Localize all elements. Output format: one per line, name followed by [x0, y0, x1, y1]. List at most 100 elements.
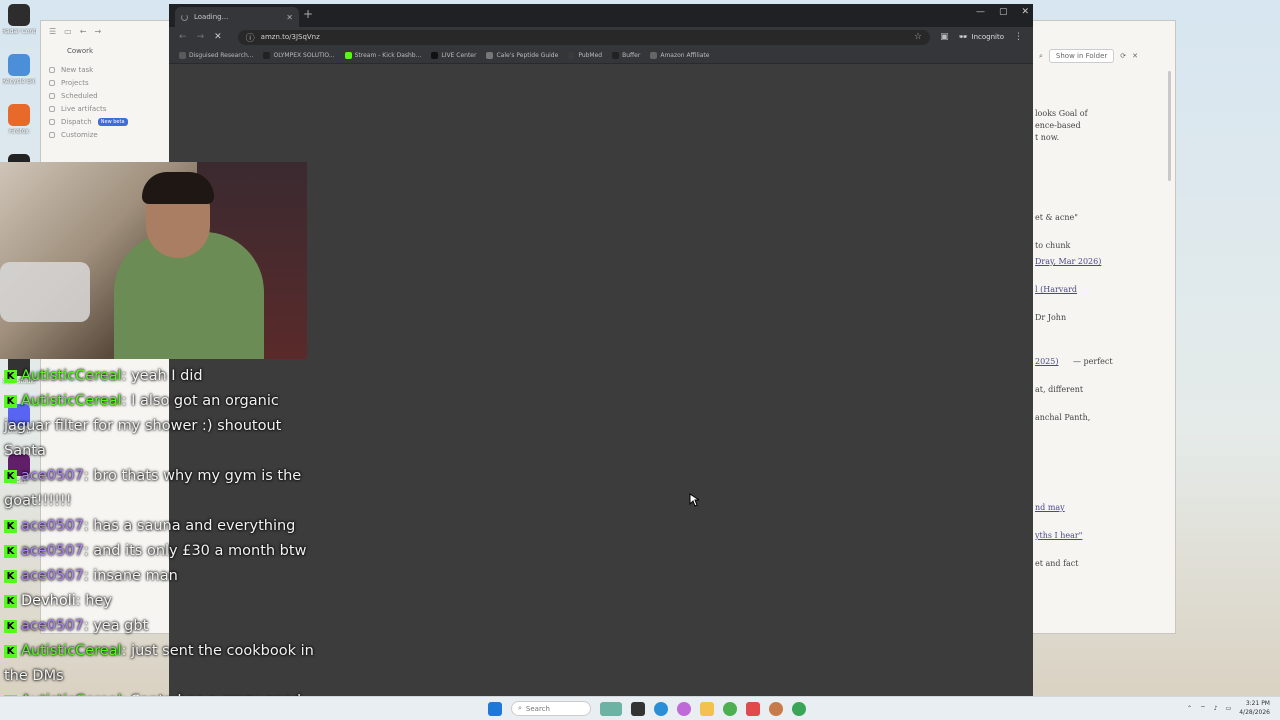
browser-tab[interactable]: Loading... ✕ [175, 7, 299, 27]
document-text: looks Goal of [1035, 109, 1088, 118]
chat-message: Kace0507: yea gbt [4, 614, 324, 639]
bookmark-item[interactable]: PubMed [568, 51, 603, 59]
browser-menu-icon[interactable]: ⋮ [1014, 32, 1023, 42]
sidebar-item-label: Dispatch [61, 117, 92, 126]
taskbar-app-red[interactable] [746, 701, 760, 716]
document-text: Dr John [1035, 313, 1067, 322]
sidebar-item-label: Scheduled [61, 91, 98, 100]
taskbar-app-cowork[interactable] [769, 701, 783, 716]
bookmark-label: Disguised Research... [189, 51, 254, 59]
copilot-icon[interactable] [677, 701, 691, 716]
chat-message: Kace0507: insane man [4, 564, 324, 589]
forward-icon[interactable]: → [94, 27, 101, 36]
cowork-sidebar-item[interactable]: New task [49, 63, 163, 76]
cowork-sidebar-item[interactable]: Live artifacts [49, 102, 163, 115]
task-view-icon[interactable] [631, 701, 645, 716]
bookmark-favicon-icon [612, 51, 620, 59]
bookmark-label: PubMed [578, 51, 603, 59]
document-text: — perfect [1073, 357, 1113, 366]
desktop-icon-label: Recycle Bin [2, 78, 36, 85]
sidebar-item-icon [49, 79, 55, 86]
chat-message: K Devholi: hey [4, 589, 324, 614]
document-link[interactable]: Dray, Mar 2026) [1035, 257, 1101, 266]
start-button[interactable] [488, 701, 502, 716]
tray-chevron-icon[interactable]: ⌃ [1187, 705, 1192, 712]
cowork-sidebar-item[interactable]: Scheduled [49, 89, 163, 102]
system-clock[interactable]: 3:21 PM 4/28/2026 [1239, 699, 1270, 717]
desktop-app-icon [8, 104, 30, 126]
back-icon[interactable]: ← [80, 27, 87, 36]
desktop-icon[interactable]: Firefox [2, 104, 36, 150]
cowork-sidebar-item[interactable]: Projects [49, 76, 163, 89]
bookmark-item[interactable]: Stream - Kick Dashb... [344, 51, 421, 59]
side-panel-icon[interactable]: ▣ [940, 32, 949, 42]
bookmark-item[interactable]: Buffer [612, 51, 640, 59]
incognito-label: Incognito [971, 33, 1004, 41]
document-link[interactable]: 2025) [1035, 357, 1058, 366]
taskbar-app-landscape[interactable] [600, 701, 622, 716]
desktop-app-icon [8, 54, 30, 76]
search-icon: ⌕ [518, 704, 522, 712]
document-text: anchal Panth, [1035, 413, 1091, 422]
incognito-icon: 🕶 [958, 33, 968, 41]
sidebar-item-icon [49, 92, 55, 99]
maximize-icon[interactable]: ▢ [999, 7, 1008, 17]
address-bar[interactable]: ⓘ amzn.to/3JSqVnz ☆ [237, 29, 931, 45]
document-scrollbar[interactable] [1168, 71, 1171, 181]
chat-text: and its only £30 a month btw [93, 543, 307, 559]
close-window-icon[interactable]: ✕ [1021, 7, 1029, 17]
sidebar-item-label: Projects [61, 78, 89, 87]
sidebar-item-label: New task [61, 65, 94, 74]
menu-icon[interactable]: ☰ [49, 27, 56, 36]
url-text[interactable]: amzn.to/3JSqVnz [261, 33, 908, 41]
document-link[interactable]: yths I hear" [1035, 531, 1082, 540]
document-text: to chunk [1035, 241, 1071, 250]
kick-badge-icon: K [4, 619, 17, 633]
network-icon[interactable]: ⌔ [1200, 704, 1206, 712]
chat-text: has a sauna and everything [93, 518, 296, 534]
taskbar-app-chrome-2[interactable] [792, 701, 806, 716]
search-icon[interactable]: ⌕ [1039, 52, 1043, 61]
cowork-document-panel: ⌕ Show in Folder ⟳ ✕ looks Goal of ence-b… [1033, 21, 1177, 635]
bookmark-item[interactable]: OLYMPEX SOLUTIO... [263, 51, 335, 59]
kick-badge-icon: K [4, 519, 17, 533]
back-button[interactable]: ← [179, 32, 187, 42]
chat-username: ace0507 [21, 618, 84, 634]
bookmark-item[interactable]: Amazon Affiliate [650, 51, 709, 59]
desktop-app-icon [8, 4, 30, 26]
bookmark-item[interactable]: Cale's Peptide Guide [486, 51, 558, 59]
file-explorer-icon[interactable] [700, 701, 714, 716]
edge-icon[interactable] [654, 701, 668, 716]
close-icon[interactable]: ✕ [1132, 52, 1138, 60]
show-in-folder-button[interactable]: Show in Folder [1048, 49, 1115, 63]
taskbar-search[interactable]: ⌕ Search [511, 701, 591, 716]
battery-icon[interactable]: ▭ [1226, 705, 1232, 712]
tab-close-icon[interactable]: ✕ [286, 13, 293, 22]
bookmark-item[interactable]: LIVE Center [431, 51, 476, 59]
document-link[interactable]: l (Harvard [1035, 285, 1077, 294]
bookmark-item[interactable]: Disguised Research... [179, 51, 254, 59]
new-tab-button[interactable]: + [303, 7, 313, 21]
stop-icon[interactable]: ✕ [214, 32, 222, 42]
chat-message: Kace0507: has a sauna and everything [4, 514, 324, 539]
minimize-icon[interactable]: — [976, 7, 985, 17]
kick-badge-icon: K [4, 469, 17, 483]
desktop-icon[interactable]: Recycle Bin [2, 54, 36, 100]
document-link[interactable]: nd may [1035, 503, 1065, 512]
volume-icon[interactable]: ♪ [1214, 705, 1218, 712]
sidebar-toggle-icon[interactable]: ▭ [64, 27, 72, 36]
refresh-icon[interactable]: ⟳ [1120, 52, 1126, 60]
cowork-sidebar-item[interactable]: Dispatch New beta [49, 115, 163, 128]
bookmark-star-icon[interactable]: ☆ [914, 32, 922, 42]
chat-username: Devholi [21, 593, 76, 609]
cowork-sidebar: Cowork New task Projects Scheduled Live art… [41, 41, 171, 181]
site-info-icon[interactable]: ⓘ [246, 31, 255, 44]
incognito-indicator[interactable]: 🕶 Incognito [959, 33, 1004, 41]
chrome-taskbar-icon[interactable] [723, 701, 737, 716]
kick-badge-icon: K [4, 594, 17, 608]
forward-button[interactable]: → [197, 32, 205, 42]
chat-overlay: K AutisticCereal: yeah I did K AutisticCere… [4, 364, 324, 720]
desktop-icon[interactable]: Radar Control [2, 4, 36, 50]
cowork-sidebar-item[interactable]: Customize [49, 128, 163, 141]
browser-toolbar: ← → ✕ ⓘ amzn.to/3JSqVnz ☆ ▣ 🕶 Incognito … [169, 27, 1033, 47]
